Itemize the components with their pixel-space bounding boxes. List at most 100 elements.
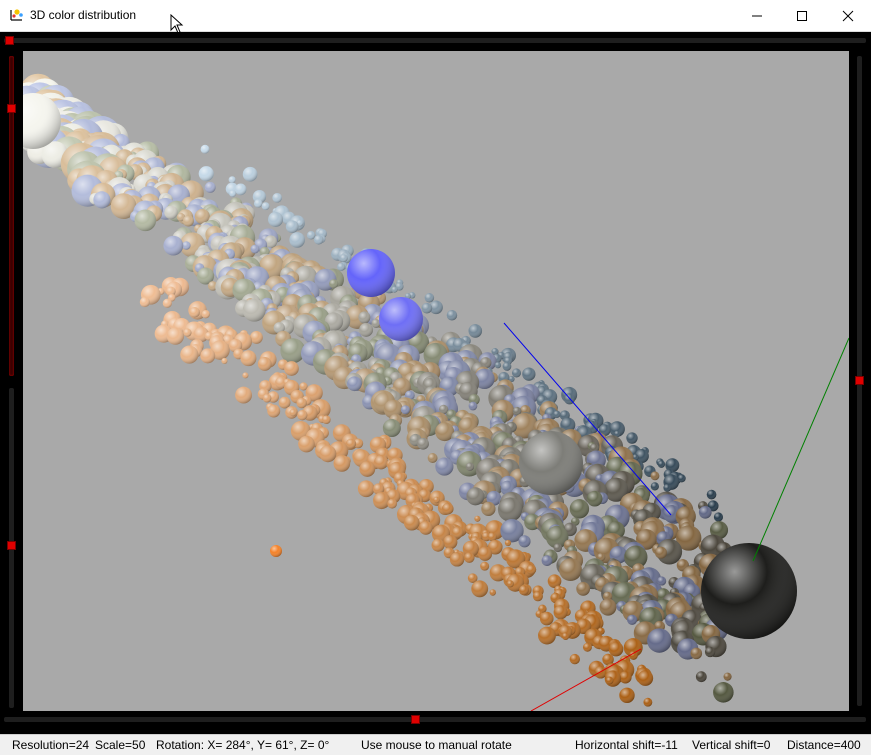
color-sphere-shading (235, 386, 252, 404)
color-sphere-shading (163, 235, 184, 256)
color-sphere-shading (526, 564, 537, 575)
color-sphere-shading (306, 231, 316, 240)
color-sphere-shading (481, 501, 496, 517)
color-sphere-shading (435, 457, 454, 476)
color-sphere-shading (358, 311, 371, 324)
color-sphere-shading (379, 297, 423, 341)
color-sphere-shading (297, 410, 308, 421)
color-sphere-shading (162, 298, 172, 308)
color-sphere-shading (289, 232, 305, 248)
color-sphere-shading (400, 405, 410, 415)
color-sphere-shading (654, 546, 667, 559)
color-sphere-shading (261, 202, 270, 211)
color-sphere-shading (650, 482, 659, 491)
bottom-slider-thumb[interactable] (411, 715, 420, 724)
color-sphere-shading (468, 324, 483, 338)
color-sphere-shading (322, 415, 331, 424)
color-sphere-shading (433, 496, 440, 504)
color-sphere-shading (228, 176, 236, 184)
left-lower-slider-thumb[interactable] (7, 541, 16, 550)
color-sphere-shading (698, 505, 712, 519)
bottom-slider-track[interactable] (4, 717, 866, 722)
3d-viewport[interactable] (23, 51, 849, 711)
color-sphere-shading (262, 393, 272, 403)
color-sphere-shading (387, 498, 398, 509)
color-sphere-shading (497, 497, 523, 522)
color-distribution-scene[interactable] (23, 51, 849, 711)
color-sphere-shading (723, 672, 732, 681)
color-sphere-shading (477, 546, 493, 561)
color-sphere-shading (347, 376, 362, 392)
color-sphere-shading (180, 345, 199, 364)
top-slider-track[interactable] (4, 38, 866, 43)
axes-icon (10, 9, 23, 21)
color-sphere-shading (298, 435, 315, 453)
color-sphere-shading (234, 183, 247, 196)
horizontal-shift-label: Horizontal shift=-11 (575, 738, 678, 752)
color-sphere-shading (403, 514, 420, 531)
color-sphere-shading (506, 580, 514, 588)
color-sphere-shading (511, 368, 522, 378)
color-sphere-shading (605, 676, 614, 685)
color-sphere-shading (250, 244, 260, 254)
color-sphere-shading (421, 302, 433, 314)
right-slider-thumb[interactable] (855, 376, 864, 385)
color-sphere-shading (518, 535, 531, 548)
color-sphere-shading (93, 191, 111, 209)
color-sphere-shading (373, 492, 391, 510)
color-sphere-shading (285, 220, 299, 234)
color-sphere-shading (382, 419, 401, 438)
color-sphere-shading (619, 687, 635, 704)
color-sphere-shading (296, 397, 307, 409)
color-sphere-shading (329, 279, 339, 289)
color-sphere-shading (189, 307, 200, 318)
color-sphere-shading (272, 192, 283, 203)
color-sphere-shading (418, 521, 433, 535)
color-sphere-shading (359, 461, 376, 477)
color-sphere-shading (690, 647, 703, 660)
color-sphere-shading (449, 552, 465, 567)
color-sphere-shading (164, 205, 178, 220)
color-sphere-shading (278, 396, 291, 409)
color-sphere-shading (268, 211, 284, 227)
color-sphere-shading (198, 166, 214, 182)
status-bar: Resolution=24 Scale=50 Rotation: X= 284°… (0, 734, 871, 755)
color-sphere-shading (313, 235, 324, 245)
color-sphere-shading (427, 453, 438, 463)
distance-label: Distance=400 (787, 738, 861, 752)
color-sphere-shading (518, 585, 529, 596)
color-sphere-shading (417, 437, 429, 450)
color-sphere-shading (643, 697, 653, 707)
color-sphere-shading (182, 215, 194, 227)
color-sphere-shading (359, 322, 374, 337)
color-sphere-shading (647, 628, 672, 653)
color-sphere-shading (267, 404, 281, 418)
color-sphere-shading (465, 462, 475, 471)
color-sphere-shading (257, 357, 272, 371)
color-sphere-shading (619, 670, 632, 684)
maximize-button[interactable] (779, 0, 825, 31)
hint-label: Use mouse to manual rotate (361, 738, 512, 752)
close-icon (842, 10, 854, 21)
color-sphere-shading (502, 362, 512, 371)
color-sphere-shading (494, 361, 502, 369)
color-sphere-shading (713, 512, 724, 522)
color-sphere-shading (539, 611, 554, 626)
close-button[interactable] (825, 0, 871, 31)
color-sphere-shading (254, 199, 263, 208)
color-sphere-shading (424, 293, 435, 303)
color-sphere-shading (626, 432, 638, 444)
minimize-icon (752, 15, 762, 16)
color-sphere-shading (357, 480, 375, 498)
color-sphere-shading (663, 483, 672, 492)
color-sphere-shading (637, 670, 654, 686)
color-sphere-shading (319, 445, 337, 463)
rotation-label: Rotation: X= 284°, Y= 61°, Z= 0° (156, 738, 330, 752)
top-slider-thumb[interactable] (5, 36, 14, 45)
color-sphere-shading (576, 581, 591, 596)
left-upper-slider-thumb[interactable] (7, 104, 16, 113)
color-sphere-shading (569, 653, 580, 665)
color-sphere-shading (183, 328, 192, 337)
color-sphere-shading (657, 460, 666, 468)
minimize-button[interactable] (734, 0, 780, 31)
